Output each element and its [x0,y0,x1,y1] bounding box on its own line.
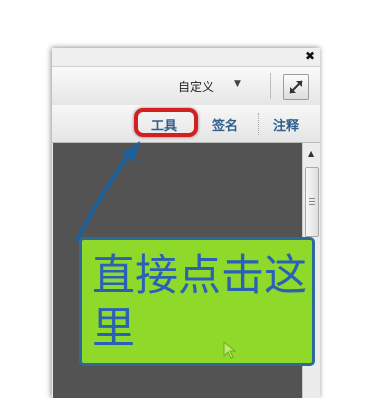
scroll-thumb[interactable] [305,167,319,237]
screenshot-stage: ✖ 自定义 ▼ 工具 签名 注释 ▲ 直接点击这里 [0,0,371,398]
grip-line [309,204,315,205]
cursor-icon [223,340,237,359]
tab-bar: 工具 签名 注释 [52,105,320,143]
expand-button[interactable] [283,74,309,100]
close-icon[interactable]: ✖ [305,49,315,63]
caret-down-icon[interactable]: ▼ [234,79,241,89]
expand-icon [289,80,303,94]
highlight-box [134,108,198,137]
customize-dropdown-label[interactable]: 自定义 [178,78,214,95]
scroll-up-icon[interactable]: ▲ [308,149,314,158]
grip-line [309,198,315,199]
tab-sign[interactable]: 签名 [212,115,238,134]
grip-line [309,201,315,202]
toolbar-divider [270,73,271,99]
title-bar: ✖ [52,48,320,66]
tab-comment[interactable]: 注释 [273,115,299,134]
tab-divider [258,113,260,135]
callout-text: 直接点击这里 [92,251,307,354]
top-toolbar: 自定义 ▼ [52,66,320,106]
instruction-callout: 直接点击这里 [79,237,315,366]
